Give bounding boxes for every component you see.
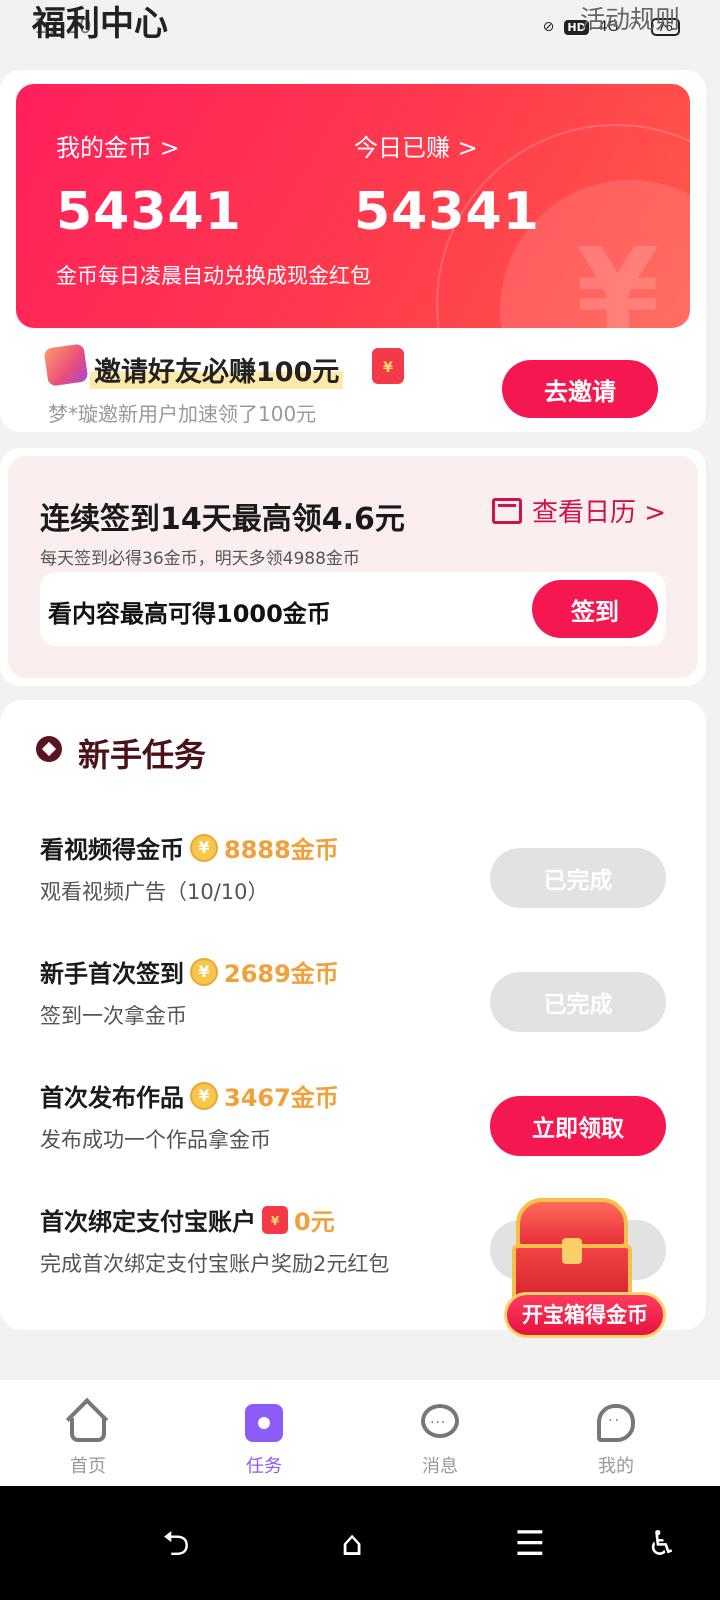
checkin-row-text: 看内容最高可得1000金币 (48, 600, 331, 628)
home-system-icon[interactable]: ⌂ (322, 1524, 382, 1564)
system-navigation-bar: ⮌ ⌂ ☰ ♿ (0, 1486, 720, 1600)
chat-icon: ··· (419, 1402, 461, 1444)
task-item: 首次发布作品 ¥ 3467金币 发布成功一个作品拿金币 立即领取 (40, 1078, 670, 1178)
task-completed-button[interactable]: 已完成 (490, 848, 666, 908)
task-title: 首次绑定支付宝账户 (40, 1208, 256, 1236)
task-description: 签到一次拿金币 (40, 1004, 187, 1028)
menu-icon[interactable]: ☰ (500, 1524, 560, 1564)
top-bar: 17:20 福利中心 ⊘ HD 4G ◠ 76 活动规则 (0, 0, 720, 70)
checkin-button[interactable]: 签到 (532, 580, 658, 638)
open-treasure-button[interactable]: 开宝箱得金币 (504, 1292, 666, 1338)
task-reward: 2689金币 (224, 960, 339, 988)
section-title: 新手任务 (78, 736, 207, 774)
chest-lock (562, 1238, 582, 1264)
claim-now-button[interactable]: 立即领取 (490, 1096, 666, 1156)
task-title: 首次发布作品 (40, 1084, 184, 1112)
nav-label: 我的 (598, 1456, 634, 1477)
nav-home[interactable]: 首页 (38, 1397, 138, 1478)
invite-subtitle: 梦*璇邀新用户加速领了100元 (48, 402, 317, 426)
nav-profile[interactable]: ·· 我的 (566, 1402, 666, 1478)
nav-messages[interactable]: ··· 消息 (390, 1402, 490, 1478)
nav-tasks[interactable]: 任务 (214, 1402, 314, 1478)
home-icon (65, 1397, 109, 1444)
task-title: 新手首次签到 (40, 960, 184, 988)
coin-icon: ¥ (190, 957, 218, 986)
task-reward: 3467金币 (224, 1084, 339, 1112)
task-description: 完成首次绑定支付宝账户奖励2元红包 (40, 1252, 390, 1276)
diamond-icon (36, 736, 62, 762)
coin-icon: ¥ (190, 1081, 218, 1110)
view-calendar-label: 查看日历 > (532, 498, 667, 528)
accessibility-icon[interactable]: ♿ (632, 1524, 692, 1564)
yen-watermark-icon: ¥ (576, 224, 660, 328)
today-earned-value: 54341 (354, 182, 540, 242)
today-earned-link[interactable]: 今日已赚 > (354, 128, 478, 163)
bottom-navigation: 首页 任务 ··· 消息 ·· 我的 (0, 1380, 720, 1486)
red-packet-icon: ¥ (262, 1205, 288, 1234)
task-description: 发布成功一个作品拿金币 (40, 1128, 271, 1152)
my-coins-value: 54341 (56, 182, 242, 242)
invite-button[interactable]: 去邀请 (502, 360, 658, 418)
nav-label: 首页 (70, 1456, 106, 1477)
task-title: 看视频得金币 (40, 836, 184, 864)
page-title: 福利中心 (32, 4, 168, 44)
activity-rules-link[interactable]: 活动规则 (580, 0, 680, 36)
coin-exchange-note: 金币每日凌晨自动兑换成现金红包 (56, 264, 371, 288)
my-coins-link[interactable]: 我的金币 > (56, 128, 180, 163)
back-icon[interactable]: ⮌ (146, 1524, 206, 1564)
checkin-card: 连续签到14天最高领4.6元 查看日历 > 每天签到必得36金币，明天多领498… (0, 448, 706, 686)
checkin-subtitle: 每天签到必得36金币，明天多领4988金币 (40, 549, 360, 569)
coin-card: ¥ 我的金币 > 54341 今日已赚 > 54341 金币每日凌晨自动兑换成现… (0, 70, 706, 432)
coin-banner: ¥ 我的金币 > 54341 今日已赚 > 54341 金币每日凌晨自动兑换成现… (16, 84, 690, 328)
task-completed-button[interactable]: 已完成 (490, 972, 666, 1032)
task-reward: 0元 (294, 1208, 335, 1236)
red-packet-icon: ¥ (372, 348, 404, 384)
task-reward: 8888金币 (224, 836, 339, 864)
profile-icon: ·· (595, 1402, 637, 1444)
coin-icon: ¥ (190, 833, 218, 862)
task-item: 新手首次签到 ¥ 2689金币 签到一次拿金币 已完成 (40, 954, 670, 1054)
invite-title: 邀请好友必赚100元 (90, 350, 344, 389)
calendar-icon (492, 497, 522, 524)
task-description: 观看视频广告（10/10） (40, 880, 269, 904)
task-item: 看视频得金币 ¥ 8888金币 观看视频广告（10/10） 已完成 (40, 830, 670, 930)
task-icon (243, 1402, 285, 1444)
view-calendar-link[interactable]: 查看日历 > (492, 492, 666, 529)
gift-icon (43, 343, 89, 387)
checkin-title: 连续签到14天最高领4.6元 (40, 502, 405, 537)
checkin-row: 看内容最高可得1000金币 签到 (40, 572, 666, 646)
nav-label: 任务 (246, 1456, 282, 1477)
nav-label: 消息 (422, 1456, 458, 1477)
mute-icon: ⊘ (542, 19, 555, 35)
checkin-panel: 连续签到14天最高领4.6元 查看日历 > 每天签到必得36金币，明天多领498… (8, 456, 698, 678)
